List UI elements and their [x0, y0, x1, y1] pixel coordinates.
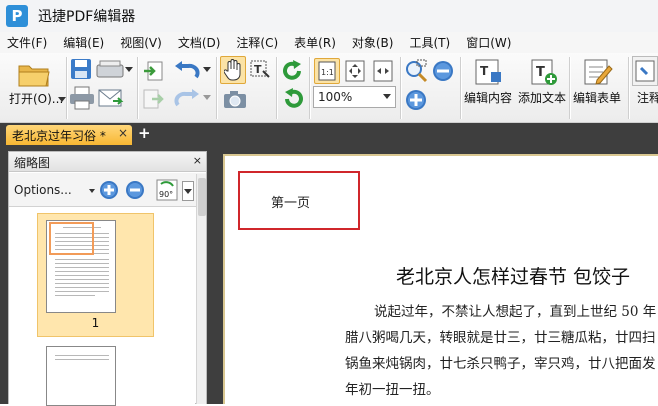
page-marker-box: 第一页	[238, 171, 360, 230]
thumbnail-page-1-number: 1	[91, 316, 100, 330]
thumbnails-scrollbar[interactable]	[196, 174, 206, 404]
paragraph-line-4: 年初一扭一扭。	[345, 382, 440, 398]
menu-edit[interactable]: 编辑(E)	[56, 34, 113, 51]
undo-dropdown-chevron-icon[interactable]	[203, 65, 211, 73]
scrollbar-thumb[interactable]	[198, 178, 206, 216]
thumb-zoom-out-icon[interactable]	[124, 179, 146, 201]
undo-icon[interactable]	[173, 59, 201, 83]
redo-dropdown-chevron-icon	[203, 93, 211, 101]
rotate-counterclockwise-icon[interactable]	[280, 86, 306, 112]
page-marker-text: 第一页	[271, 196, 311, 211]
open-dropdown-chevron-icon[interactable]	[58, 95, 66, 103]
add-text-label[interactable]: 添加文本	[518, 89, 566, 106]
document-page[interactable]: 第一页 老北京人怎样过春节 包饺子 说起过年，不禁让人想起了，直到上世纪 50 …	[223, 154, 658, 404]
svg-text:T: T	[254, 63, 262, 76]
export-icon	[141, 87, 165, 111]
thumbnail-viewport-indicator[interactable]	[49, 222, 94, 255]
panel-close-icon[interactable]: ×	[193, 154, 202, 167]
options-dropdown[interactable]: Options...	[14, 183, 72, 197]
zoom-level-select[interactable]: 100%	[313, 86, 396, 108]
tab-document-label: 老北京过年习俗 *	[12, 129, 106, 143]
rotate-dropdown-chevron-icon[interactable]	[182, 181, 194, 201]
tab-document[interactable]: 老北京过年习俗 * ×	[6, 125, 132, 145]
thumb-zoom-in-icon[interactable]	[98, 179, 120, 201]
svg-text:T: T	[480, 64, 489, 78]
menu-form[interactable]: 表单(R)	[287, 34, 345, 51]
title-bar: P 迅捷PDF编辑器	[0, 0, 658, 32]
marquee-zoom-icon[interactable]	[403, 58, 429, 84]
menu-bar: 文件(F) 编辑(E) 视图(V) 文档(D) 注释(C) 表单(R) 对象(B…	[0, 32, 658, 53]
paragraph-line-1: 说起过年，不禁让人想起了，直到上世纪 50 年	[374, 304, 657, 320]
add-text-icon[interactable]: T	[527, 57, 561, 87]
document-view: 第一页 老北京人怎样过春节 包饺子 说起过年，不禁让人想起了，直到上世纪 50 …	[213, 145, 658, 404]
rotate-clockwise-icon[interactable]	[280, 58, 306, 84]
print-icon[interactable]	[68, 85, 96, 111]
annotate-label[interactable]: 注释	[637, 89, 658, 106]
menu-file[interactable]: 文件(F)	[0, 34, 56, 51]
scanner-dropdown-chevron-icon[interactable]	[125, 65, 133, 73]
menu-comment[interactable]: 注释(C)	[229, 34, 287, 51]
thumbnails-panel-title: 缩略图	[14, 156, 51, 170]
annotate-icon[interactable]	[632, 56, 658, 86]
document-tab-bar: 老北京过年习俗 * × +	[0, 123, 658, 145]
edit-content-icon[interactable]: T	[472, 57, 506, 87]
zoom-level-value: 100%	[318, 90, 353, 104]
left-panel: 缩略图 × Options... 90° 1	[0, 145, 213, 406]
snapshot-camera-icon[interactable]	[222, 87, 248, 111]
menu-tools[interactable]: 工具(T)	[402, 34, 459, 51]
svg-text:1:1: 1:1	[321, 68, 334, 77]
app-title: 迅捷PDF编辑器	[38, 9, 136, 25]
edit-content-label[interactable]: 编辑内容	[464, 89, 512, 106]
edit-form-label[interactable]: 编辑表单	[573, 89, 621, 106]
paragraph-line-2: 腊八粥喝几天，转眼就是廿三，廿三糖瓜粘，廿四扫	[345, 330, 656, 346]
thumbnails-panel: 缩略图 × Options... 90° 1	[8, 151, 207, 406]
menu-document[interactable]: 文档(D)	[171, 34, 230, 51]
save-icon[interactable]	[68, 57, 94, 81]
thumbnails-toolbar: Options... 90°	[9, 173, 206, 207]
fit-width-icon[interactable]	[370, 58, 396, 84]
open-button-label[interactable]: 打开(O)...	[9, 90, 63, 107]
menu-object[interactable]: 对象(B)	[345, 34, 403, 51]
thumbnails-list: 1	[9, 208, 195, 406]
zoom-dropdown-chevron-icon[interactable]	[383, 94, 391, 99]
menu-window[interactable]: 窗口(W)	[459, 34, 520, 51]
hand-tool-icon[interactable]	[220, 56, 246, 84]
tab-close-icon[interactable]: ×	[118, 126, 128, 140]
email-icon[interactable]	[97, 85, 125, 111]
select-text-icon[interactable]: T	[248, 58, 272, 82]
fit-page-icon[interactable]	[342, 58, 368, 84]
rotate-page-label: 90°	[159, 190, 173, 199]
menu-view[interactable]: 视图(V)	[113, 34, 171, 51]
redo-icon	[173, 87, 201, 111]
import-icon[interactable]	[141, 59, 165, 83]
zoom-in-icon[interactable]	[403, 87, 429, 113]
paragraph-line-3: 锅鱼来炖锅肉，廿七杀只鸭子，宰只鸡，廿八把面发	[345, 356, 656, 372]
svg-text:T: T	[536, 65, 545, 80]
scanner-icon[interactable]	[95, 57, 125, 81]
document-heading: 老北京人怎样过春节 包饺子	[396, 266, 631, 288]
app-logo-icon: P	[6, 5, 28, 27]
zoom-out-icon[interactable]	[431, 59, 455, 83]
new-tab-plus-icon[interactable]: +	[138, 126, 151, 141]
rotate-page-icon[interactable]: 90°	[154, 177, 180, 203]
open-folder-icon[interactable]	[17, 59, 51, 89]
thumbnail-page-2-image[interactable]	[46, 346, 116, 406]
actual-size-icon[interactable]: 1:1	[314, 58, 340, 84]
thumbnail-page-1-image[interactable]	[46, 220, 116, 313]
edit-form-icon[interactable]	[581, 57, 615, 87]
options-chevron-icon[interactable]	[89, 189, 95, 193]
thumbnails-panel-header: 缩略图 ×	[9, 152, 206, 172]
